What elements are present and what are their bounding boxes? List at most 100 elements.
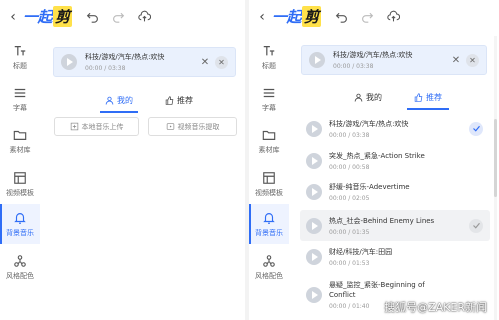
list-item[interactable]: 热点_社会-Behind Enemy Lines 00:00 / 01:35 [300, 210, 490, 241]
selected-check-icon[interactable] [469, 121, 483, 136]
undo-icon[interactable] [84, 8, 102, 26]
back-button[interactable]: ‹ [254, 9, 270, 25]
sidebar-item-bgm[interactable]: 背景音乐 [0, 204, 40, 244]
play-icon[interactable] [306, 287, 322, 303]
sidebar: 标题 字幕 素材库 视频模板 背景音乐 风格配色 [0, 33, 40, 320]
current-track-info: 科技/游戏/汽车/热点:欢快 00:00 / 03:38 [333, 50, 450, 70]
user-icon [105, 96, 114, 105]
thumbs-up-icon [165, 95, 174, 105]
template-icon [13, 171, 27, 185]
text-icon [13, 44, 27, 58]
sidebar-item-label: 视频模板 [6, 188, 34, 197]
hover-check-icon[interactable] [469, 218, 483, 233]
sidebar-item-title[interactable]: 标题 [249, 37, 289, 77]
upload-cloud-icon[interactable] [385, 8, 403, 26]
redo-icon[interactable] [359, 8, 377, 26]
tab-mine-label: 我的 [366, 92, 382, 102]
play-icon[interactable] [306, 217, 322, 234]
track-name: 科技/游戏/汽车/热点:欢快 [329, 119, 409, 128]
play-icon[interactable] [309, 52, 325, 68]
panel-my-music: ‹ 一起剪 标题 字幕 素材库 视频模板 背景音乐 风格配色 科技/游戏/汽车/… [0, 0, 245, 320]
track-info: 热点_社会-Behind Enemy Lines 00:00 / 01:35 [329, 216, 469, 236]
sidebar-item-label: 标题 [262, 61, 276, 70]
top-bar: ‹ 一起剪 [249, 0, 499, 33]
upload-local-music-button[interactable]: 本地音乐上传 [54, 117, 139, 136]
thumbs-up-icon [414, 92, 423, 102]
sidebar-item-label: 字幕 [262, 103, 276, 112]
track-info: 突发_热点_紧急-Action Strike 00:00 / 00:58 [329, 151, 490, 171]
list-item[interactable]: 财经/科技/汽车:田园 00:00 / 01:53 [300, 241, 490, 272]
sidebar-item-subtitle[interactable]: 字幕 [0, 79, 40, 119]
sidebar-item-label: 风格配色 [255, 271, 283, 280]
tab-mine[interactable]: 我的 [345, 87, 391, 107]
current-track-time: 00:00 / 03:38 [333, 63, 374, 70]
track-time: 00:00 / 02:05 [329, 194, 370, 202]
play-icon[interactable] [306, 152, 322, 169]
undo-icon[interactable] [333, 8, 351, 26]
sidebar-item-style[interactable]: 风格配色 [249, 247, 289, 287]
current-track-info: 科技/游戏/汽车/热点:欢快 00:00 / 03:38 [85, 52, 199, 72]
list-item[interactable]: 科技/游戏/汽车/热点:欢快 00:00 / 03:38 [300, 113, 490, 144]
sidebar-item-title[interactable]: 标题 [0, 37, 40, 77]
tab-mine[interactable]: 我的 [96, 90, 142, 113]
user-icon [354, 93, 363, 102]
track-info: 舒缓-纯音乐-Adevertime 00:00 / 02:05 [329, 182, 490, 202]
close-icon[interactable]: ✕ [199, 57, 211, 68]
close-icon[interactable]: ✕ [450, 55, 462, 66]
play-icon[interactable] [306, 248, 322, 265]
app-logo: 一起剪 [23, 6, 72, 27]
sidebar-item-label: 背景音乐 [255, 228, 283, 237]
tab-recommend[interactable]: 推荐 [154, 90, 204, 110]
scroll-thumb[interactable] [494, 119, 497, 197]
play-icon[interactable] [306, 183, 322, 200]
sidebar-item-style[interactable]: 风格配色 [0, 247, 40, 287]
watermark: 搜狐号@ZAKER新闻 [384, 301, 487, 314]
track-time: 00:00 / 01:53 [329, 259, 370, 267]
track-name: 舒缓-纯音乐-Adevertime [329, 182, 410, 191]
folder-icon [13, 128, 27, 142]
redo-icon[interactable] [110, 8, 128, 26]
sidebar-item-label: 视频模板 [255, 188, 283, 197]
track-name: 热点_社会-Behind Enemy Lines [329, 216, 435, 225]
remove-track-button[interactable]: ✕ [466, 53, 479, 67]
sidebar-item-label: 素材库 [9, 145, 31, 154]
play-icon[interactable] [306, 120, 322, 137]
tab-recommend-label: 推荐 [177, 95, 193, 105]
logo-text: 一起 [23, 8, 53, 26]
music-tabs: 我的 推荐 [96, 90, 208, 113]
list-item[interactable]: 突发_热点_紧急-Action Strike 00:00 / 00:58 [300, 145, 490, 176]
track-info: 财经/科技/汽车:田园 00:00 / 01:53 [329, 247, 490, 267]
sidebar-item-template[interactable]: 视频模板 [0, 164, 40, 204]
sidebar-item-bgm[interactable]: 背景音乐 [249, 204, 289, 244]
scrollbar[interactable] [494, 36, 497, 320]
back-button[interactable]: ‹ [5, 9, 21, 25]
text-icon [262, 44, 276, 58]
track-time: 00:00 / 03:38 [329, 131, 370, 139]
sidebar-item-label: 背景音乐 [6, 228, 34, 237]
sidebar-item-library[interactable]: 素材库 [249, 121, 289, 161]
sidebar-item-template[interactable]: 视频模板 [249, 164, 289, 204]
current-track-name: 科技/游戏/汽车/热点:欢快 [85, 53, 165, 61]
sidebar-item-subtitle[interactable]: 字幕 [249, 79, 289, 119]
logo-accent: 剪 [302, 6, 321, 27]
template-icon [262, 171, 276, 185]
play-icon[interactable] [61, 54, 77, 70]
tab-mine-label: 我的 [117, 95, 133, 105]
sidebar-item-label: 素材库 [258, 145, 280, 154]
current-track-bar: 科技/游戏/汽车/热点:欢快 00:00 / 03:38 ✕ ✕ [53, 47, 236, 77]
top-bar: ‹ 一起剪 [0, 0, 245, 33]
folder-icon [262, 128, 276, 142]
track-name: 财经/科技/汽车:田园 [329, 247, 393, 256]
extract-video-music-label: 视频音乐提取 [177, 122, 220, 131]
tab-recommend[interactable]: 推荐 [403, 87, 453, 110]
sidebar-item-library[interactable]: 素材库 [0, 121, 40, 161]
video-icon [166, 123, 174, 130]
extract-video-music-button[interactable]: 视频音乐提取 [148, 117, 237, 136]
list-item[interactable]: 舒缓-纯音乐-Adevertime 00:00 / 02:05 [300, 176, 490, 207]
logo-text: 一起 [272, 8, 302, 26]
bell-icon [13, 211, 27, 225]
track-time: 00:00 / 00:58 [329, 163, 370, 171]
sidebar: 标题 字幕 素材库 视频模板 背景音乐 风格配色 [249, 33, 289, 320]
upload-cloud-icon[interactable] [136, 8, 154, 26]
remove-track-button[interactable]: ✕ [215, 55, 228, 69]
